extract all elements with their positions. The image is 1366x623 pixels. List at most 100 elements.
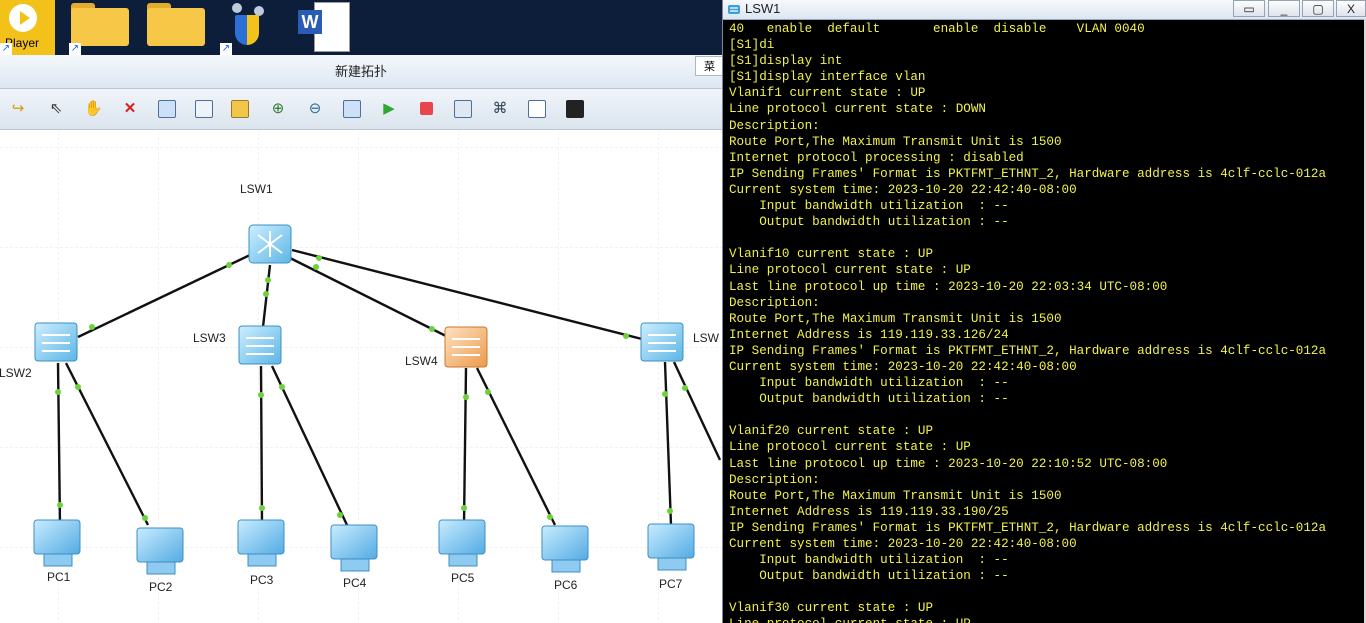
device-label-pc6: PC6 xyxy=(554,578,578,592)
capture-icon[interactable] xyxy=(454,100,472,118)
folder-2[interactable] xyxy=(145,0,205,55)
console-line: Internet Address is 119.119.33.126/24 xyxy=(729,327,1009,342)
console-line: Route Port,The Maximum Transmit Unit is … xyxy=(729,311,1062,326)
link-lsw3-pc3 xyxy=(259,365,264,526)
console-line: Output bandwidth utilization : -- xyxy=(729,392,1009,407)
console-line: [S1]display interface vlan xyxy=(729,70,926,85)
folder-icon xyxy=(147,8,205,46)
console-line: [S1]display int xyxy=(729,54,843,69)
console-line: Internet Address is 119.119.33.190/25 xyxy=(729,504,1009,519)
console-output[interactable]: 40 enable default enable disable VLAN 00… xyxy=(729,21,1361,623)
console-line: IP Sending Frames' Format is PKTFMT_ETHN… xyxy=(729,520,1327,535)
console-line: Vlanif20 current state : UP xyxy=(729,424,934,439)
console-line: Current system time: 2023-10-20 22:42:40… xyxy=(729,182,1077,197)
device-label-lsw1: LSW1 xyxy=(240,182,273,196)
device-label-pc3: PC3 xyxy=(250,573,274,587)
delete-link-icon[interactable] xyxy=(158,100,176,118)
console-line: Route Port,The Maximum Transmit Unit is … xyxy=(729,488,1062,503)
maximize-button[interactable]: ▢ xyxy=(1302,0,1334,17)
switch-console-icon xyxy=(728,5,740,14)
console-line: Current system time: 2023-10-20 22:42:40… xyxy=(729,537,1077,551)
device-label-pc1: PC1 xyxy=(47,570,71,584)
stop-device-icon[interactable] xyxy=(417,100,435,118)
shield-icon xyxy=(235,15,259,45)
fit-view-icon[interactable] xyxy=(343,100,361,118)
screenshot-icon[interactable] xyxy=(566,100,584,118)
device-label-pc4: PC4 xyxy=(343,576,367,590)
start-device-icon[interactable]: ▶ xyxy=(380,100,398,118)
zoom-out-icon[interactable]: ⊖ xyxy=(306,100,324,118)
lsw1[interactable] xyxy=(248,224,292,264)
minimize-button[interactable]: _ xyxy=(1268,0,1300,17)
device-label-pc2: PC2 xyxy=(149,580,173,594)
device-label-lsw4: LSW4 xyxy=(405,354,438,368)
console-line: Vlanif10 current state : UP xyxy=(729,247,934,262)
console-line: [S1]di xyxy=(729,38,775,53)
topology-toolbar: ↪ ⇖ ✋ ✕ ⊕ ⊖ ▶ ⌘ xyxy=(0,89,722,130)
console-line: IP Sending Frames' Format is PKTFMT_ETHN… xyxy=(729,166,1327,181)
close-button[interactable]: X xyxy=(1336,0,1366,17)
console-line: Line protocol current state : UP xyxy=(729,263,971,278)
console-line: Current system time: 2023-10-20 22:42:40… xyxy=(729,359,1077,374)
device-label-lsw3: LSW3 xyxy=(193,331,226,345)
console-line: Route Port,The Maximum Transmit Unit is … xyxy=(729,134,1062,149)
lsw4[interactable] xyxy=(444,326,488,368)
topology-window-title: 新建拓扑 xyxy=(0,55,722,89)
console-line: Description: xyxy=(729,118,820,133)
device-label-pc7: PC7 xyxy=(659,577,683,591)
player-shortcut[interactable]: Player ↗ xyxy=(0,0,55,55)
device-label-pc5: PC5 xyxy=(451,571,475,585)
folder-1[interactable]: ↗ xyxy=(69,0,129,55)
desktop-icon-strip: Player ↗ ↗ ↗ W xyxy=(0,0,722,55)
console-line: Description: xyxy=(729,472,820,487)
topology-canvas[interactable]: LSW1 LSW2 LSW3 LSW4 LSW PC1 PC2 PC3 PC4 … xyxy=(0,130,722,623)
shortcut-arrow-icon: ↗ xyxy=(69,43,81,55)
console-line: Internet protocol processing : disabled xyxy=(729,150,1024,165)
console-line: Input bandwidth utilization : -- xyxy=(729,199,1009,214)
console-title: LSW1 xyxy=(745,1,781,16)
console-line: Vlanif1 current state : UP xyxy=(729,86,926,101)
play-icon xyxy=(9,4,37,32)
shortcut-arrow-icon: ↗ xyxy=(0,43,12,55)
delete-icon[interactable]: ✕ xyxy=(121,100,139,118)
device-label-lsw5: LSW xyxy=(693,331,720,345)
topology-icon[interactable]: ⌘ xyxy=(491,100,509,118)
lsw3[interactable] xyxy=(238,325,282,365)
console-line-list: 40 enable default enable disable VLAN 00… xyxy=(729,21,1361,623)
restore-layout-button[interactable]: ▭ xyxy=(1233,0,1265,17)
shortcut-arrow-icon: ↗ xyxy=(220,43,232,55)
lsw2[interactable] xyxy=(34,322,78,362)
console-title-bar: LSW1 ▭ _ ▢ X xyxy=(723,0,1366,20)
word-document[interactable]: W xyxy=(298,0,352,55)
console-line: Line protocol current state : UP xyxy=(729,616,1361,623)
word-icon: W xyxy=(298,10,322,34)
console-line: IP Sending Frames' Format is PKTFMT_ETHN… xyxy=(729,343,1327,358)
network-node-icon xyxy=(232,3,242,13)
pan-hand-icon[interactable]: ✋ xyxy=(84,100,103,118)
folder-icon xyxy=(71,8,129,46)
console-line: Vlanif30 current state : UP xyxy=(729,601,934,616)
rectangle-icon[interactable] xyxy=(231,100,249,118)
console-line: Description: xyxy=(729,295,820,310)
ensp-shortcut[interactable]: ↗ xyxy=(220,0,278,55)
console-line: Output bandwidth utilization : -- xyxy=(729,215,1009,230)
menu-tab[interactable]: 菜 xyxy=(695,56,722,76)
select-pointer-icon[interactable]: ⇖ xyxy=(47,100,65,118)
console-line: Input bandwidth utilization : -- xyxy=(729,376,1009,391)
text-note-icon[interactable] xyxy=(195,100,213,118)
undo-icon[interactable]: ↪ xyxy=(9,100,27,118)
console-line: Last line protocol up time : 2023-10-20 … xyxy=(729,456,1168,471)
zoom-in-icon[interactable]: ⊕ xyxy=(269,100,287,118)
console-line: Line protocol current state : UP xyxy=(729,440,971,455)
console-line: Output bandwidth utilization : -- xyxy=(729,569,1009,584)
grid-icon[interactable] xyxy=(528,100,546,118)
topology-diagram xyxy=(0,130,722,623)
console-line: Input bandwidth utilization : -- xyxy=(729,553,1009,568)
console-line: 40 enable default enable disable VLAN 00… xyxy=(729,22,1145,36)
console-line: Line protocol current state : DOWN xyxy=(729,102,986,117)
lsw5[interactable] xyxy=(640,322,684,362)
console-window-lsw1: LSW1 ▭ _ ▢ X 40 enable default enable di… xyxy=(722,0,1366,623)
